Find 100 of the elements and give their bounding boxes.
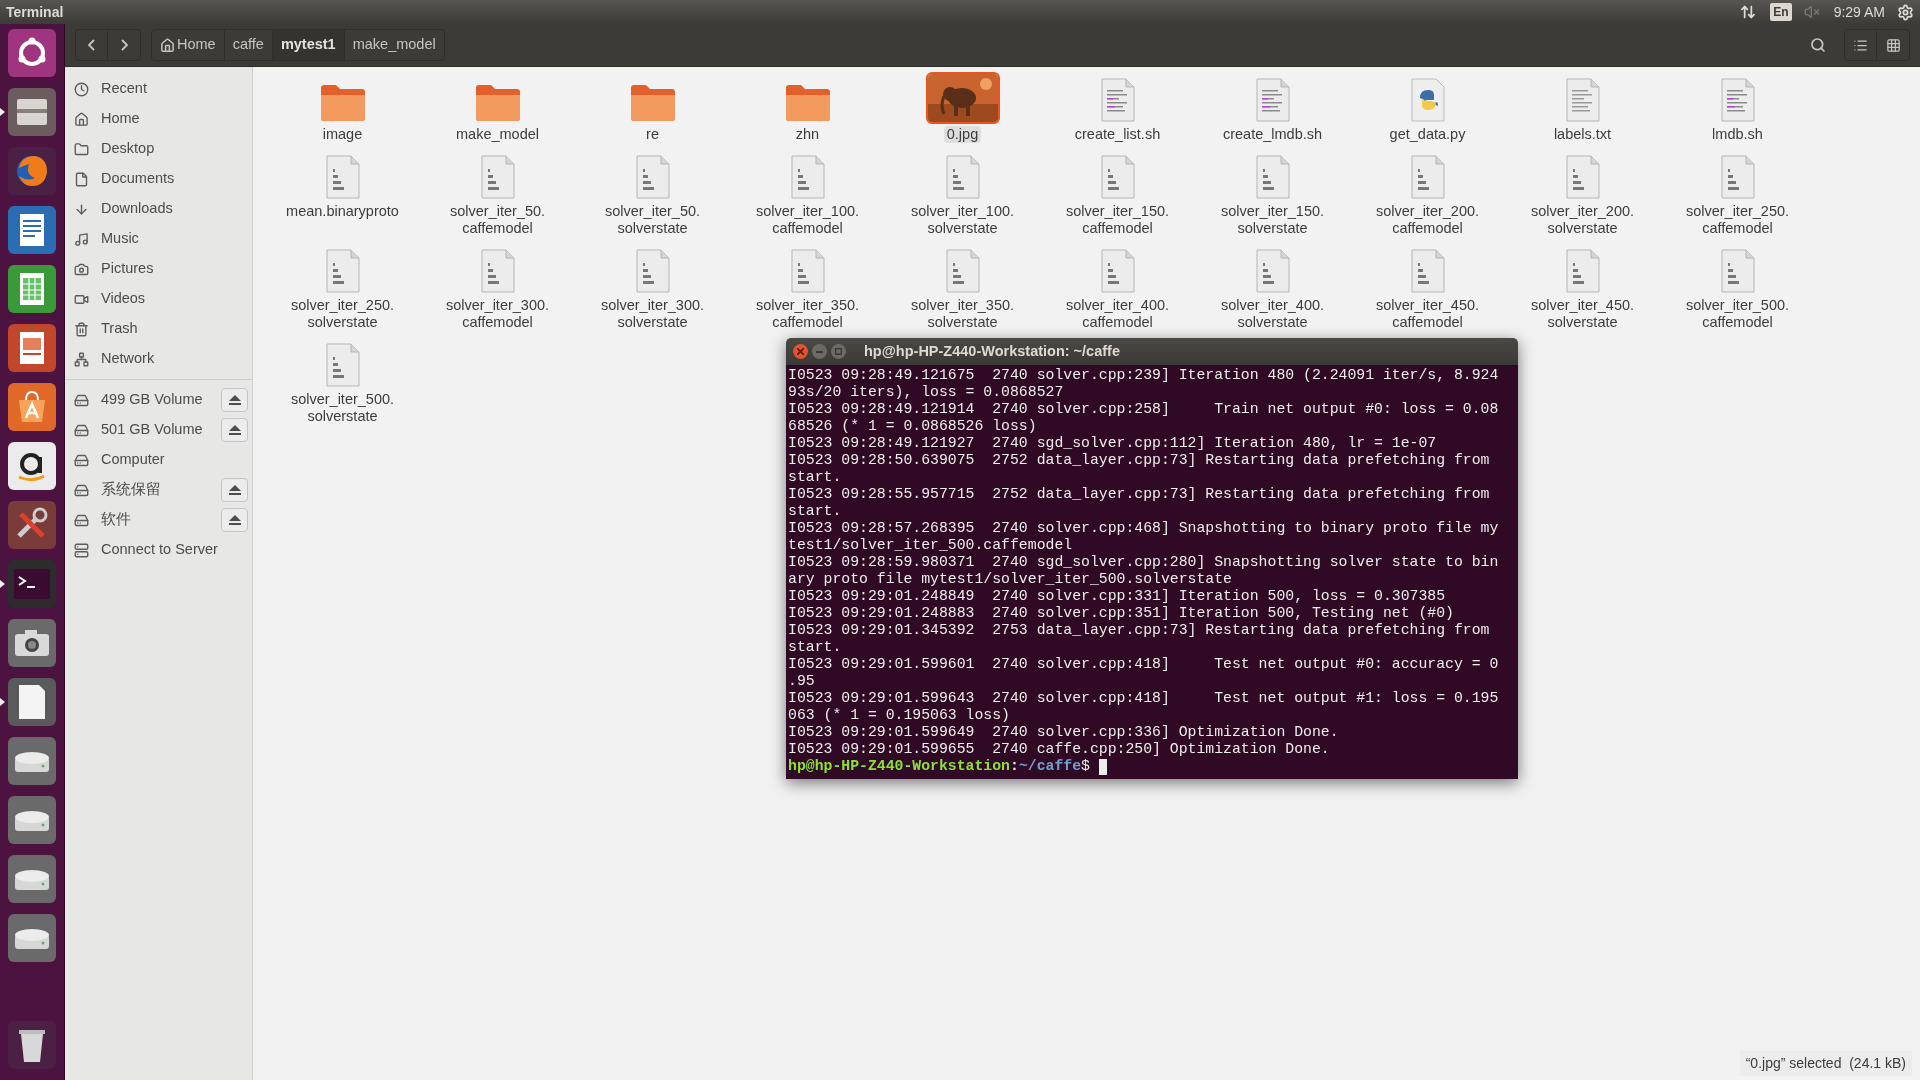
sidebar-item[interactable]: Music	[101, 228, 248, 250]
sidebar-item[interactable]: 系统保留	[101, 479, 221, 501]
text-document-icon[interactable]	[7, 205, 57, 255]
server-icon	[74, 542, 89, 558]
trash-icon[interactable]	[7, 1020, 57, 1070]
camera-icon[interactable]	[7, 618, 57, 668]
folder-icon	[628, 82, 677, 122]
blank-document-icon[interactable]	[7, 677, 57, 727]
eject-button[interactable]	[221, 508, 248, 532]
drive-icon	[74, 452, 89, 468]
eject-button[interactable]	[221, 478, 248, 502]
close-button[interactable]	[793, 344, 808, 359]
binary-file-icon	[944, 249, 981, 293]
status-text: “0.jpg” selected (24.1 kB)	[1739, 1051, 1912, 1076]
sidebar-item[interactable]: Home	[101, 108, 248, 130]
folder-icon	[318, 82, 367, 122]
file-name[interactable]: mean.binaryproto	[283, 203, 402, 220]
binary-file-icon	[1099, 249, 1136, 293]
file-cabinet-icon[interactable]	[7, 87, 57, 137]
sidebar-item[interactable]: Documents	[101, 168, 248, 190]
path-button[interactable]: mytest1	[272, 30, 345, 60]
shopping-bag-icon[interactable]	[7, 382, 57, 432]
camera-icon	[74, 261, 89, 277]
drive-icon[interactable]	[7, 913, 57, 963]
eject-button[interactable]	[221, 388, 248, 412]
file-name[interactable]: solver_iter_200. solverstate	[1527, 203, 1638, 237]
file-name[interactable]: solver_iter_50. solverstate	[601, 203, 704, 237]
sidebar-item[interactable]: Pictures	[101, 258, 248, 280]
file-name[interactable]: solver_iter_450. caffemodel	[1372, 297, 1483, 331]
presentation-icon[interactable]	[7, 323, 57, 373]
file-name[interactable]: get_data.py	[1386, 126, 1469, 143]
terminal-line: I0523 09:29:01.599655 2740 caffe.cpp:250] Optimization Done.	[788, 741, 1330, 758]
sidebar-item[interactable]: Network	[101, 348, 248, 370]
file-name[interactable]: image	[319, 126, 366, 143]
binary-file-icon	[1409, 155, 1446, 199]
file-name[interactable]: solver_iter_300. solverstate	[597, 297, 708, 331]
sidebar-item[interactable]: Desktop	[101, 138, 248, 160]
terminal-line: start.	[788, 503, 842, 520]
sidebar-item[interactable]: 501 GB Volume	[101, 419, 221, 441]
binary-file-icon	[1564, 155, 1601, 199]
file-name[interactable]: solver_iter_300. caffemodel	[442, 297, 553, 331]
network-icon	[74, 351, 89, 367]
file-name[interactable]: solver_iter_250. solverstate	[287, 297, 398, 331]
path-button[interactable]: caffe	[224, 30, 273, 60]
path-button[interactable]: make_model	[344, 30, 444, 60]
drive-icon[interactable]	[7, 736, 57, 786]
binary-file-icon	[324, 155, 361, 199]
file-name[interactable]: solver_iter_350. caffemodel	[752, 297, 863, 331]
spreadsheet-icon[interactable]	[7, 264, 57, 314]
file-name[interactable]: solver_iter_150. caffemodel	[1062, 203, 1173, 237]
file-name[interactable]: labels.txt	[1550, 126, 1615, 143]
terminal-line: I0523 09:29:01.345392 2753 data_layer.cpp:73] Restarting data prefetching from	[788, 622, 1490, 639]
file-name[interactable]: solver_iter_350. solverstate	[907, 297, 1018, 331]
binary-file-icon	[1719, 249, 1756, 293]
file-name[interactable]: re	[643, 126, 662, 143]
clock[interactable]: 9:29 AM	[1833, 1, 1885, 23]
file-name[interactable]: lmdb.sh	[1709, 126, 1766, 143]
file-name[interactable]: create_list.sh	[1071, 126, 1164, 143]
file-name[interactable]: solver_iter_150. solverstate	[1217, 203, 1328, 237]
prompt-path: ~/caffe	[1018, 758, 1082, 775]
keyboard-indicator[interactable]: En	[1770, 3, 1792, 21]
file-name[interactable]: make_model	[453, 126, 542, 143]
file-name[interactable]: solver_iter_100. solverstate	[907, 203, 1018, 237]
network-arrows-icon[interactable]	[1740, 4, 1757, 20]
sidebar-item[interactable]: Computer	[101, 449, 221, 471]
sidebar-item[interactable]: Downloads	[101, 198, 248, 220]
drive-icon[interactable]	[7, 854, 57, 904]
file-name[interactable]: solver_iter_450. solverstate	[1527, 297, 1638, 331]
file-name[interactable]: solver_iter_500. solverstate	[287, 391, 398, 425]
sidebar-item[interactable]: 499 GB Volume	[101, 389, 221, 411]
tools-icon[interactable]	[7, 500, 57, 550]
file-name[interactable]: solver_iter_400. solverstate	[1217, 297, 1328, 331]
browser-icon[interactable]	[7, 146, 57, 196]
drive-icon[interactable]	[7, 795, 57, 845]
eject-button[interactable]	[221, 418, 248, 442]
window-title: Terminal	[6, 2, 64, 22]
binary-file-icon	[1564, 249, 1601, 293]
file-name[interactable]: solver_iter_500. caffemodel	[1682, 297, 1793, 331]
file-name[interactable]: create_lmdb.sh	[1219, 126, 1326, 143]
shopping-icon[interactable]	[7, 441, 57, 491]
file-name[interactable]: solver_iter_400. caffemodel	[1062, 297, 1173, 331]
file-name[interactable]: solver_iter_250. caffemodel	[1682, 203, 1793, 237]
sidebar-item[interactable]: 软件	[101, 509, 221, 531]
download-icon	[74, 201, 89, 217]
sidebar-item[interactable]: Trash	[101, 318, 248, 340]
file-name[interactable]: solver_iter_200. caffemodel	[1372, 203, 1483, 237]
file-name[interactable]: solver_iter_50. caffemodel	[446, 203, 549, 237]
list-icon	[1853, 37, 1868, 53]
sidebar-item[interactable]: Recent	[101, 78, 248, 100]
sidebar-item[interactable]: Connect to Server	[101, 539, 221, 561]
eject-icon	[228, 424, 241, 436]
terminal-line: .95	[788, 673, 815, 690]
dash-icon[interactable]	[7, 28, 57, 78]
path-button[interactable]: Home	[152, 30, 225, 60]
file-name[interactable]: zhn	[792, 126, 823, 143]
file-name[interactable]: 0.jpg	[943, 126, 982, 143]
binary-file-icon	[789, 249, 826, 293]
file-name[interactable]: solver_iter_100. caffemodel	[752, 203, 863, 237]
sidebar-item[interactable]: Videos	[101, 288, 248, 310]
settings-icon[interactable]	[1897, 3, 1914, 21]
